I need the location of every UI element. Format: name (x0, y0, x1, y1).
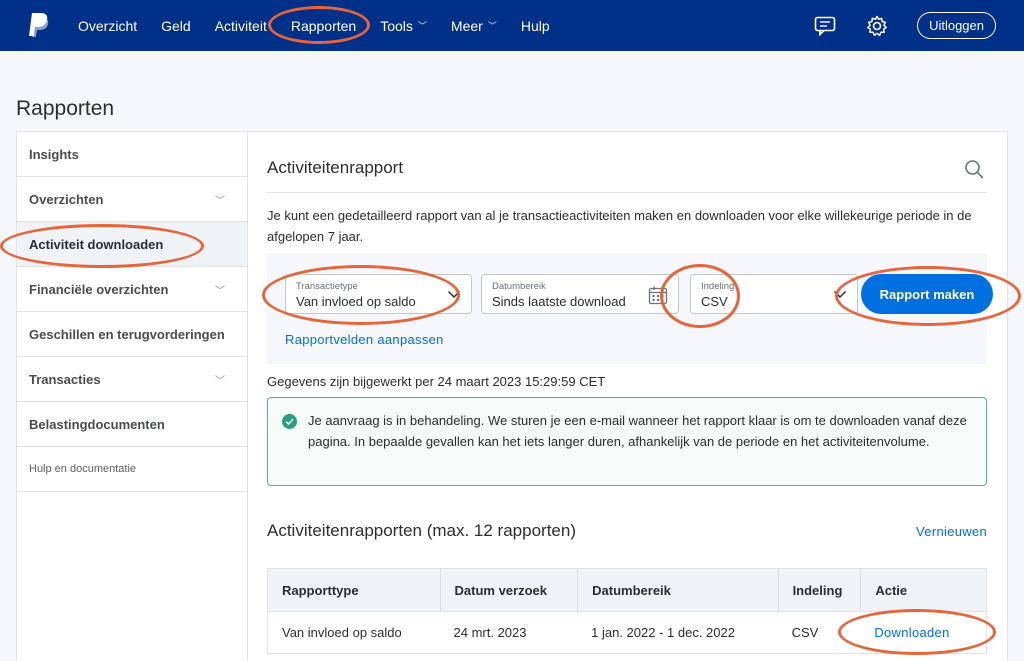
sidebar-item-activiteit-downloaden[interactable]: Activiteit downloaden (17, 222, 247, 267)
column-header: Actie (860, 569, 986, 611)
description: Je kunt een gedetailleerd rapport van al… (267, 208, 972, 244)
table-cell: 24 mrt. 2023 (453, 625, 527, 640)
download-link[interactable]: Downloaden (874, 625, 949, 640)
messages-icon[interactable] (813, 14, 837, 38)
field-label: Datumbereik (492, 281, 546, 292)
paypal-logo[interactable] (26, 11, 52, 39)
nav-geld[interactable]: Geld (149, 18, 203, 34)
field-value: CSV (701, 294, 728, 309)
nav-activiteit[interactable]: Activiteit (203, 18, 279, 34)
field-value: Sinds laatste download (492, 294, 626, 309)
report-filters: Transactietype Van invloed op saldo Datu… (267, 253, 993, 364)
sidebar: Insights Overzichten ﹀ Activiteit downloa… (17, 132, 248, 661)
gear-icon[interactable] (865, 14, 889, 38)
reports-table: Rapporttype Datum verzoek Datumbereik In… (267, 568, 987, 654)
format-select[interactable]: Indeling CSV (690, 274, 858, 314)
sidebar-item-transacties[interactable]: Transacties ﹀ (17, 357, 247, 402)
create-report-button[interactable]: Rapport maken (861, 274, 993, 314)
nav-actions: Uitloggen (813, 0, 996, 51)
chevron-down-icon (447, 290, 461, 299)
sidebar-item-label: Financiële overzichten (29, 281, 169, 297)
nav-label: Tools (380, 17, 413, 34)
nav-label: Hulp (520, 17, 550, 34)
chevron-down-icon: ﹀ (417, 21, 427, 31)
table-cell: 1 jan. 2022 - 1 dec. 2022 (591, 625, 735, 640)
reports-card: Insights Overzichten ﹀ Activiteit downloa… (16, 131, 1008, 661)
sidebar-item-label: Belastingdocumenten (29, 416, 165, 432)
customize-fields-link[interactable]: Rapportvelden aanpassen (285, 332, 444, 347)
field-value: Van invloed op saldo (296, 294, 416, 309)
main-menu: Overzicht Geld Activiteit Rapporten Tool… (66, 0, 562, 51)
chevron-down-icon (833, 290, 847, 299)
nav-tools[interactable]: Tools ﹀ (368, 18, 439, 34)
sidebar-item-hulp[interactable]: Hulp en documentatie (17, 447, 247, 492)
field-label: Transactietype (296, 281, 358, 292)
sidebar-item-overzichten[interactable]: Overzichten ﹀ (17, 177, 247, 222)
chevron-down-icon: ﹀ (215, 195, 225, 207)
table-cell: CSV (791, 625, 819, 640)
nav-label: Overzicht (78, 17, 138, 34)
sidebar-item-belastingdocumenten[interactable]: Belastingdocumenten (17, 402, 247, 447)
sidebar-item-label: Overzichten (29, 191, 104, 207)
table-header: Rapporttype Datum verzoek Datumbereik In… (268, 569, 986, 611)
sidebar-item-label: Insights (29, 146, 79, 162)
field-label: Indeling (701, 281, 735, 292)
nav-label: Rapporten (290, 17, 357, 34)
check-circle-icon (282, 414, 297, 429)
reports-title: Activiteitenrapporten (max. 12 rapporten… (267, 521, 576, 540)
last-updated-text: Gegevens zijn bijgewerkt per 24 maart 20… (267, 374, 606, 389)
table-cell: Van invloed op saldo (282, 625, 402, 640)
sidebar-item-financiele-overzichten[interactable]: Financiële overzichten ﹀ (17, 267, 247, 312)
sidebar-item-label: Activiteit downloaden (29, 236, 164, 252)
nav-rapporten[interactable]: Rapporten (279, 18, 368, 34)
date-range-picker[interactable]: Datumbereik Sinds laatste download (481, 274, 679, 314)
column-header: Datumbereik (577, 569, 777, 611)
nav-meer[interactable]: Meer ﹀ (439, 18, 509, 34)
sidebar-item-label: Transacties (29, 371, 101, 387)
table-row: Van invloed op saldo 24 mrt. 2023 1 jan.… (268, 611, 986, 653)
nav-label: Geld (161, 17, 191, 34)
calendar-icon (648, 286, 668, 305)
column-header: Indeling (777, 569, 861, 611)
top-navigation: Overzicht Geld Activiteit Rapporten Tool… (0, 0, 1024, 51)
section-title: Activiteitenrapport (267, 158, 404, 177)
column-header: Datum verzoek (439, 569, 578, 611)
transaction-type-select[interactable]: Transactietype Van invloed op saldo (285, 274, 472, 314)
refresh-link[interactable]: Vernieuwen (916, 524, 987, 539)
notice-text: Je aanvraag is in behandeling. We sturen… (308, 413, 967, 449)
chevron-down-icon: ﹀ (215, 375, 225, 387)
nav-label: Activiteit (214, 17, 267, 34)
nav-overzicht[interactable]: Overzicht (66, 18, 149, 34)
chevron-down-icon: ﹀ (487, 21, 497, 31)
divider (267, 192, 987, 193)
column-header: Rapporttype (282, 582, 359, 598)
chevron-down-icon: ﹀ (215, 285, 225, 297)
search-icon[interactable] (964, 159, 984, 179)
sidebar-item-label: Geschillen en terugvorderingen (29, 326, 225, 342)
table-cell: Downloaden (860, 612, 986, 653)
status-notice: Je aanvraag is in behandeling. We sturen… (267, 397, 987, 486)
page-title: Rapporten (16, 97, 115, 120)
sidebar-item-geschillen[interactable]: Geschillen en terugvorderingen (17, 312, 247, 357)
nav-hulp[interactable]: Hulp (509, 18, 562, 34)
sidebar-item-label: Hulp en documentatie (29, 463, 137, 475)
sidebar-item-insights[interactable]: Insights (17, 132, 247, 177)
nav-label: Meer (450, 17, 483, 34)
logout-button[interactable]: Uitloggen (917, 12, 996, 39)
